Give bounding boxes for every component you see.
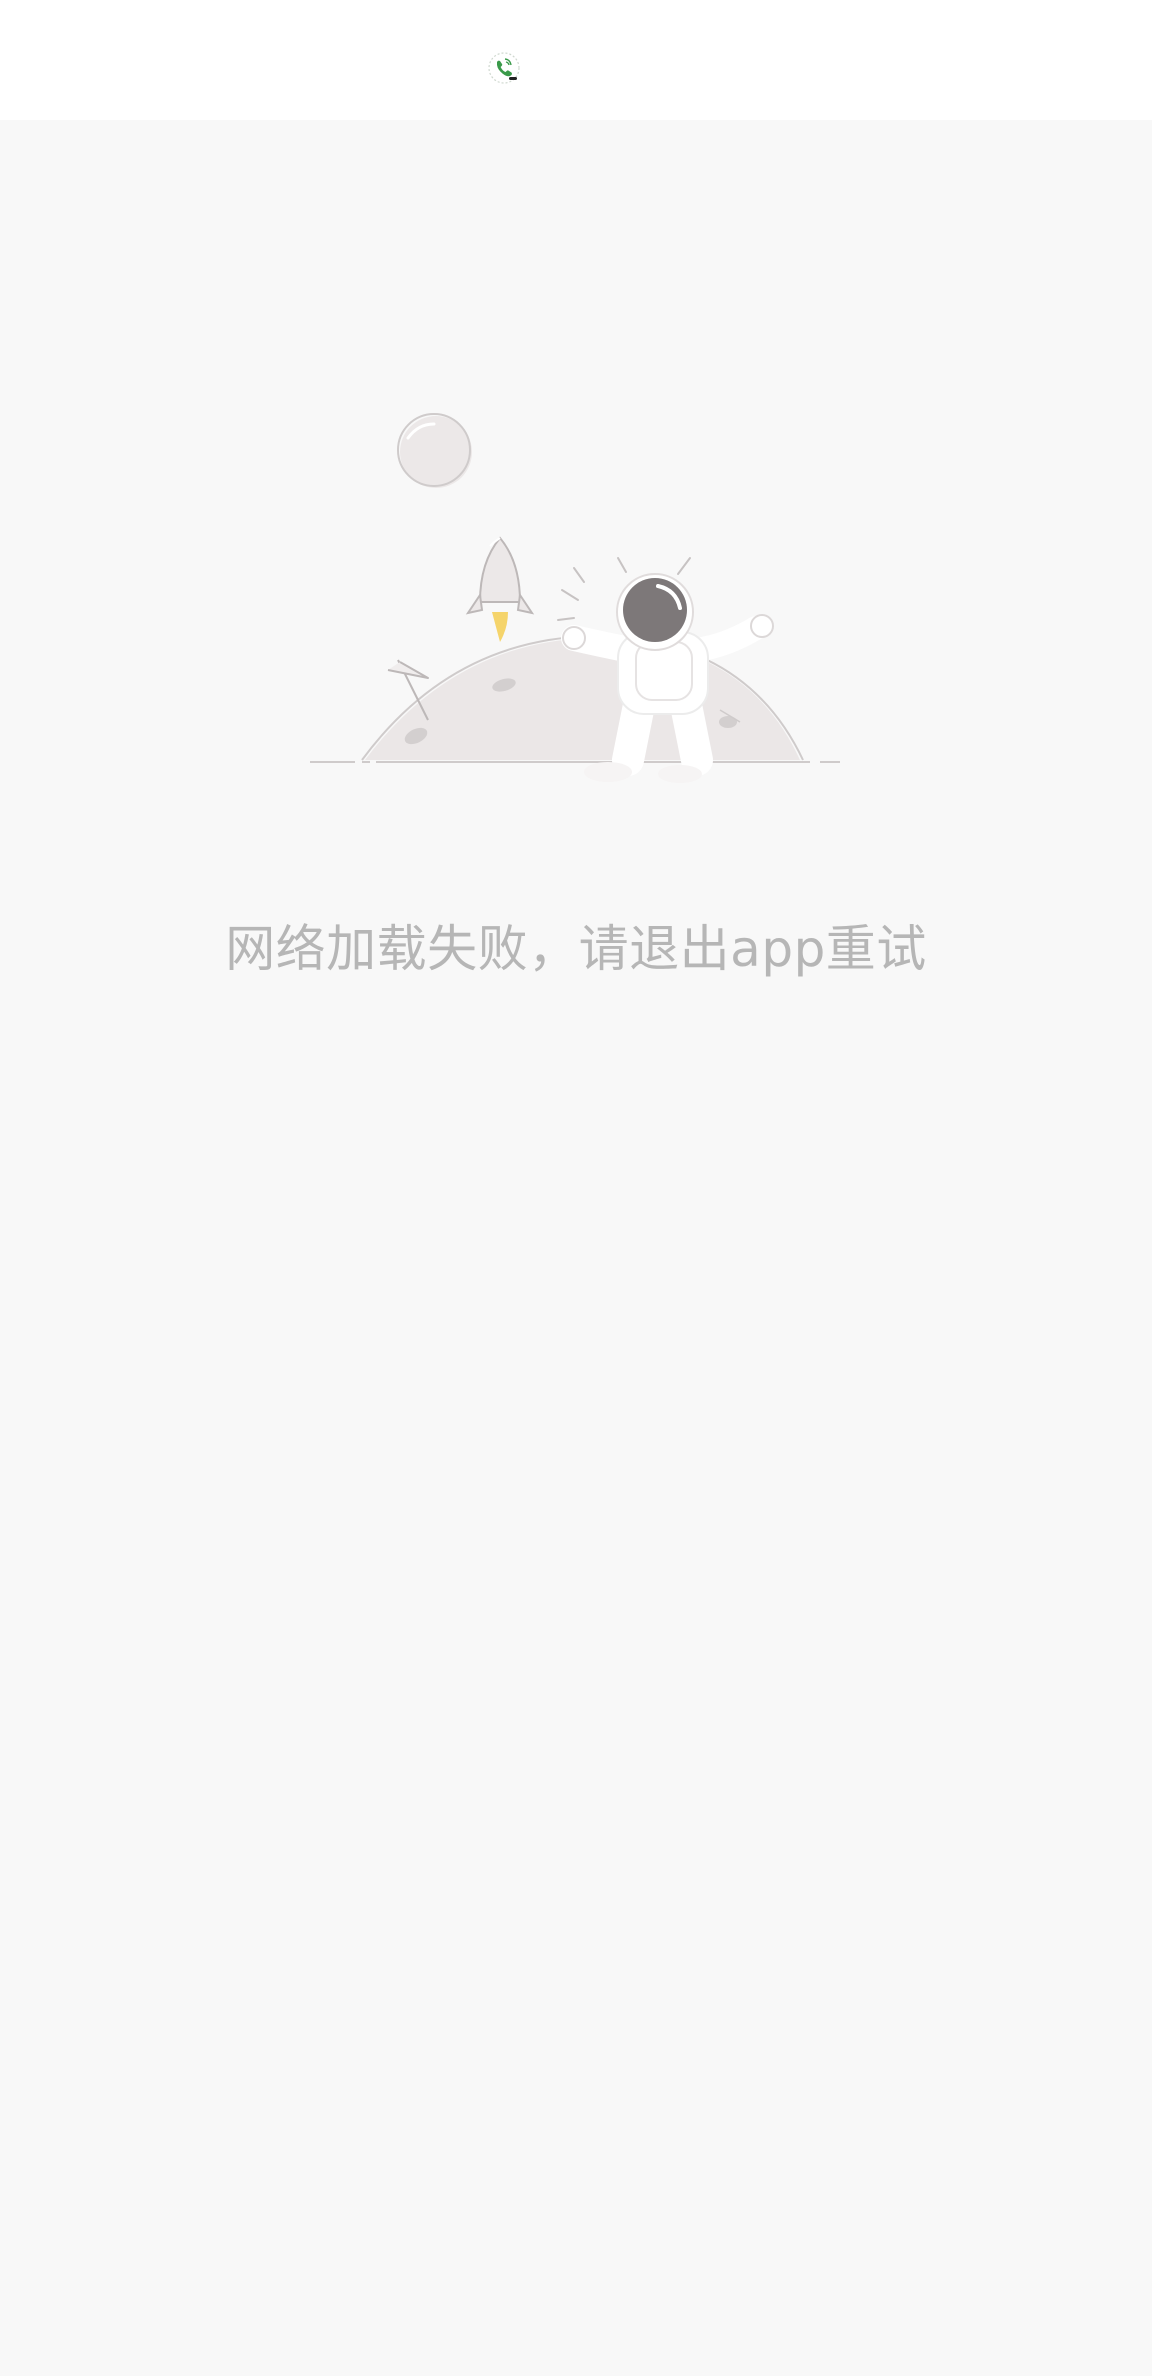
astronaut-on-moon-illustration bbox=[310, 413, 840, 783]
empty-state-container: 网络加载失败，请退出app重试 bbox=[0, 120, 1152, 2376]
top-bar bbox=[0, 0, 1152, 120]
error-message: 网络加载失败，请退出app重试 bbox=[225, 920, 927, 978]
rocket-icon bbox=[465, 536, 535, 642]
phone-call-icon bbox=[486, 50, 522, 86]
moon-icon bbox=[397, 413, 472, 488]
moon-surface bbox=[361, 634, 804, 761]
